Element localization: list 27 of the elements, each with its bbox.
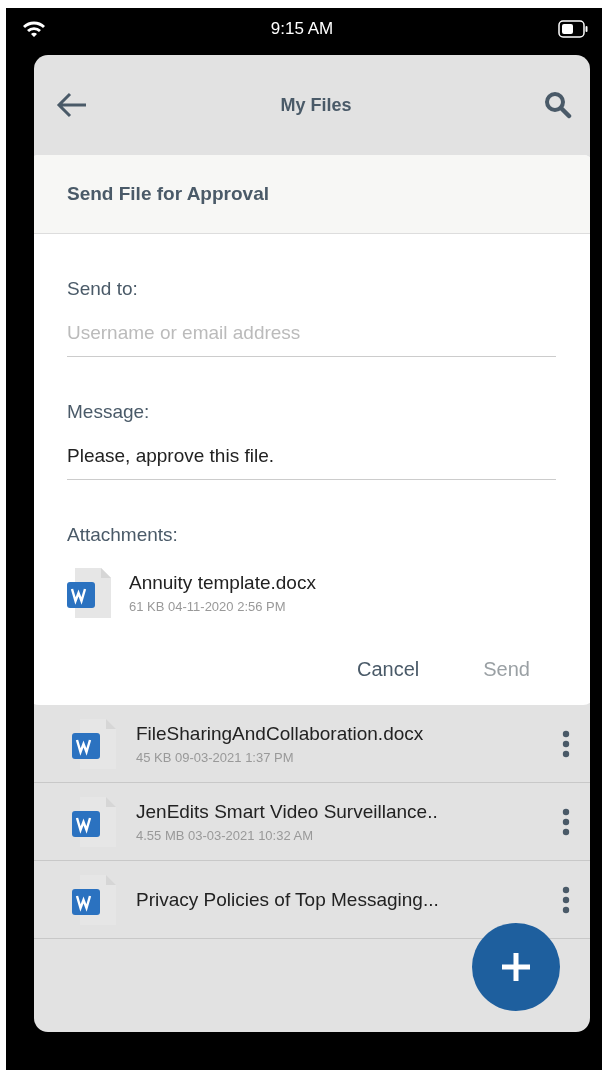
screen-title: My Files [280, 94, 352, 116]
file-name: Privacy Policies of Top Messaging... [136, 888, 440, 911]
file-details: 4.55 MB 03-03-2021 10:32 AM [136, 827, 315, 843]
wifi-icon [22, 20, 46, 38]
file-details: 45 KB 09-03-2021 1:37 PM [136, 749, 295, 765]
file-name: FileSharingAndCollaboration.docx [136, 722, 425, 745]
field-label: Send to: [67, 277, 139, 300]
plus-icon [500, 951, 532, 983]
back-arrow-icon[interactable] [56, 91, 88, 119]
input-field[interactable]: Username or email address [67, 300, 556, 357]
file-row[interactable]: JenEdits Smart Video Surveillance.. 4.55 MB 03-03-2021 10:32 AM [34, 783, 590, 861]
dialog-title: Send File for Approval [67, 183, 269, 205]
file-name: JenEdits Smart Video Surveillance.. [136, 800, 439, 823]
more-options-icon[interactable] [562, 885, 570, 914]
word-document-icon [67, 568, 113, 618]
input-field[interactable]: Please, approve this file. [67, 423, 556, 480]
attachments-label: Attachments: [67, 523, 179, 546]
status-time: 9:15 AM [270, 19, 334, 39]
more-options-icon[interactable] [562, 729, 570, 758]
attachment-details: 61 KB 04-11-2020 2:56 PM [129, 599, 287, 614]
field-label: Message: [67, 400, 151, 423]
file-row[interactable]: FileSharingAndCollaboration.docx 45 KB 09-03-2021 1:37 PM [34, 705, 590, 783]
dialog-button[interactable]: Cancel [357, 658, 420, 681]
battery-icon [558, 20, 588, 38]
attachment-name: Annuity template.docx [129, 572, 317, 594]
search-icon[interactable] [544, 91, 572, 119]
more-options-icon[interactable] [562, 807, 570, 836]
